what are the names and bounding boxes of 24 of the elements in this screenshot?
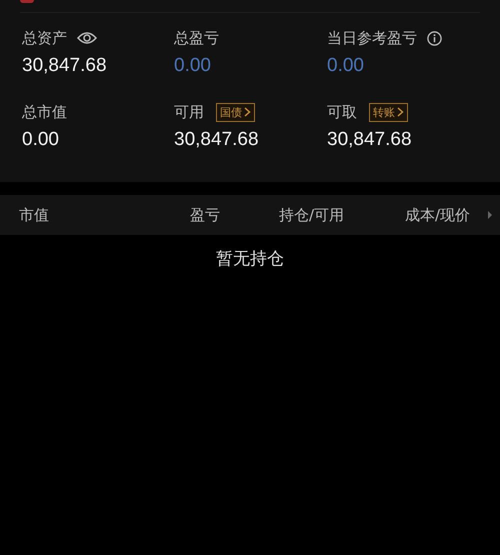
empty-message: 暂无持仓 <box>216 248 284 270</box>
column-header[interactable]: 盈亏 <box>190 206 220 224</box>
info-icon[interactable] <box>427 30 442 46</box>
scroll-arrow-icon <box>487 209 493 221</box>
chevron-icon <box>397 107 404 117</box>
column-header[interactable]: 成本/现价 <box>405 206 470 224</box>
tag-link[interactable]: 国债 <box>216 102 255 122</box>
stat-label: 当日参考盈亏 <box>327 28 417 48</box>
stat-label: 可用 <box>174 102 204 122</box>
stat-value: 30,847.68 <box>174 129 260 151</box>
stat-value: 0.00 <box>174 55 212 77</box>
column-header[interactable]: 持仓/可用 <box>279 206 344 224</box>
chevron-icon <box>244 107 251 117</box>
stat-value: 30,847.68 <box>327 129 413 151</box>
stat-label: 总市值 <box>22 102 67 122</box>
column-header[interactable]: 市值 <box>19 206 49 224</box>
stat-label: 可取 <box>327 102 357 122</box>
tag-link[interactable]: 转账 <box>369 102 408 122</box>
stat-value: 0.00 <box>22 129 60 151</box>
stat-label: 总资产 <box>22 28 67 48</box>
stat-value: 0.00 <box>327 55 365 77</box>
stat-label: 总盈亏 <box>174 28 219 48</box>
stat-value: 30,847.68 <box>22 55 108 77</box>
eye-icon[interactable] <box>77 31 97 45</box>
